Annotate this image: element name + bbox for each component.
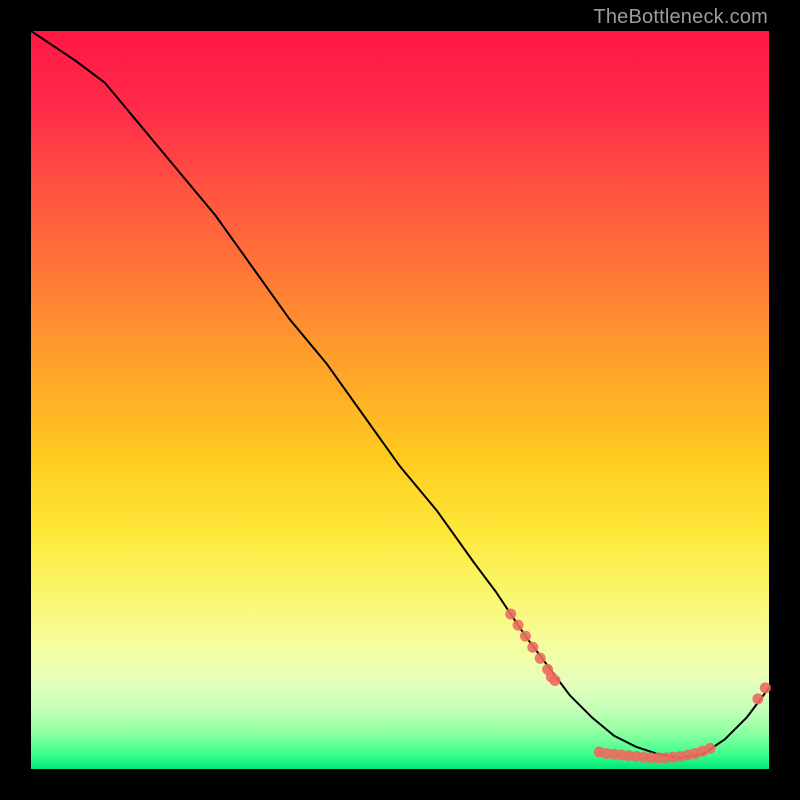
data-point (760, 682, 771, 693)
curve-line (31, 31, 769, 758)
data-point (520, 631, 531, 642)
data-point (513, 620, 524, 631)
data-point (505, 609, 516, 620)
chart-layer (31, 31, 771, 763)
data-point (752, 693, 763, 704)
chart-frame: TheBottleneck.com (0, 0, 800, 800)
data-point (704, 743, 715, 754)
chart-svg (31, 31, 769, 769)
watermark-text: TheBottleneck.com (593, 6, 768, 29)
data-point (527, 642, 538, 653)
data-point (549, 675, 560, 686)
data-point (535, 653, 546, 664)
